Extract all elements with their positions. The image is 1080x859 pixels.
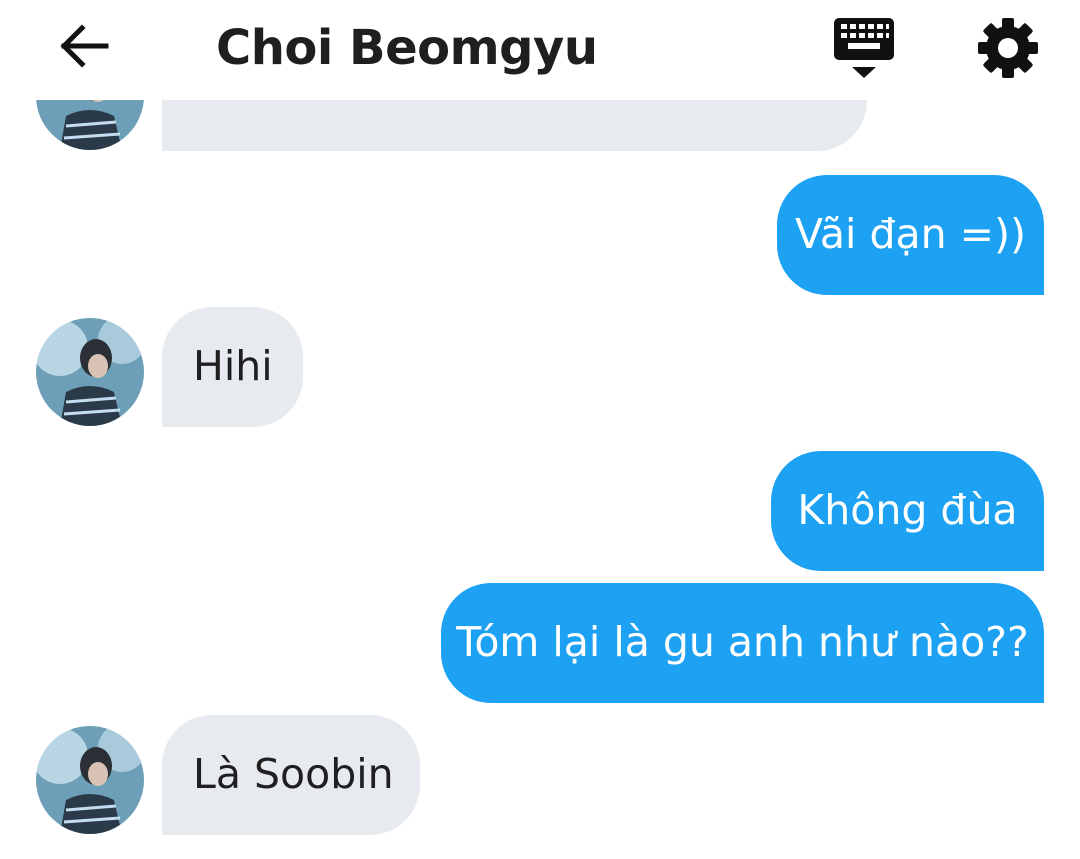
avatar[interactable] (36, 318, 144, 426)
message-text: Hihi (193, 342, 273, 390)
avatar-photo (36, 726, 144, 834)
gear-icon (978, 18, 1038, 78)
message-text: Vãi đạn =)) (795, 210, 1026, 258)
message-text: Tóm lại là gu anh như nào?? (456, 618, 1029, 666)
message-bubble-outgoing[interactable]: Vãi đạn =)) (777, 175, 1044, 295)
page-title: Choi Beomgyu (216, 20, 598, 76)
message-bubble-incoming[interactable]: Là Soobin (162, 715, 420, 835)
message-bubble-incoming[interactable]: Hihi (162, 307, 303, 427)
arrow-left-icon (60, 24, 109, 68)
keyboard-hide-icon (834, 18, 894, 78)
keyboard-toggle-button[interactable] (826, 12, 902, 82)
back-button[interactable] (50, 16, 118, 76)
settings-button[interactable] (972, 12, 1044, 84)
message-bubble-outgoing[interactable]: Không đùa (771, 451, 1044, 571)
avatar[interactable] (36, 726, 144, 834)
avatar-photo (36, 318, 144, 426)
message-text: Là Soobin (193, 750, 394, 798)
message-bubble-outgoing[interactable]: Tóm lại là gu anh như nào?? (441, 583, 1044, 703)
app-bar: Choi Beomgyu (0, 0, 1080, 100)
chat-screen: Vãi đạn =)) Hihi Không đùa Tóm lại là gu… (0, 0, 1080, 859)
message-text: Không đùa (797, 486, 1018, 534)
